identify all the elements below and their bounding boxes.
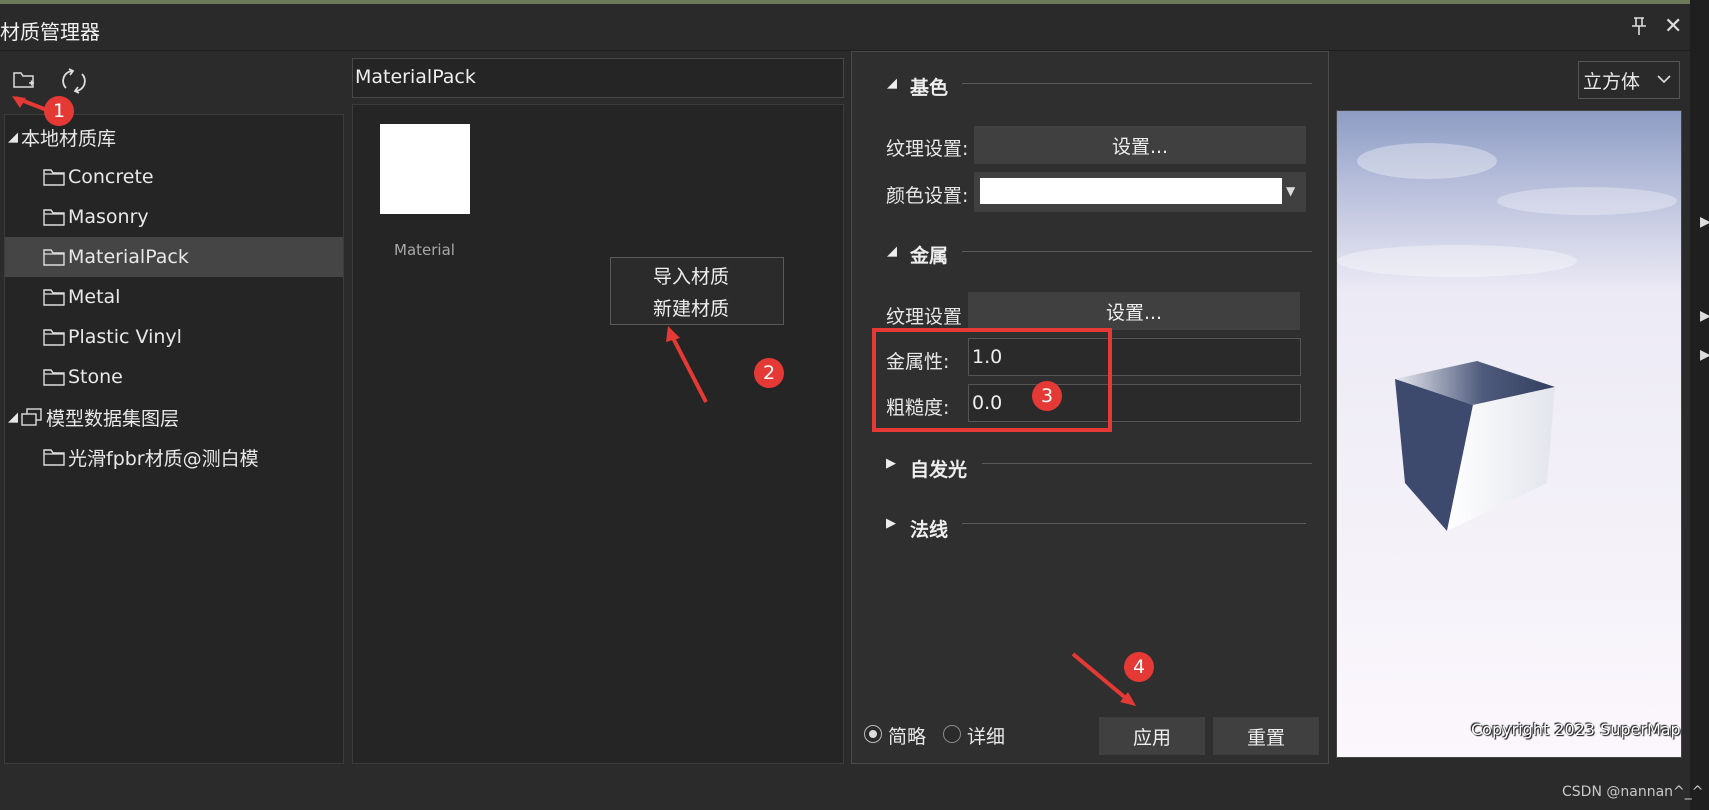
annotation-arrows xyxy=(12,96,1136,706)
annotation-badge-1: 1 xyxy=(44,96,74,126)
watermark-text: CSDN @nannan^_^ xyxy=(1562,784,1704,800)
annotation-highlight-box xyxy=(872,328,1112,432)
annotation-badge-4: 4 xyxy=(1124,652,1154,682)
status-bar xyxy=(0,774,1690,810)
annotation-badge-2: 2 xyxy=(754,358,784,388)
